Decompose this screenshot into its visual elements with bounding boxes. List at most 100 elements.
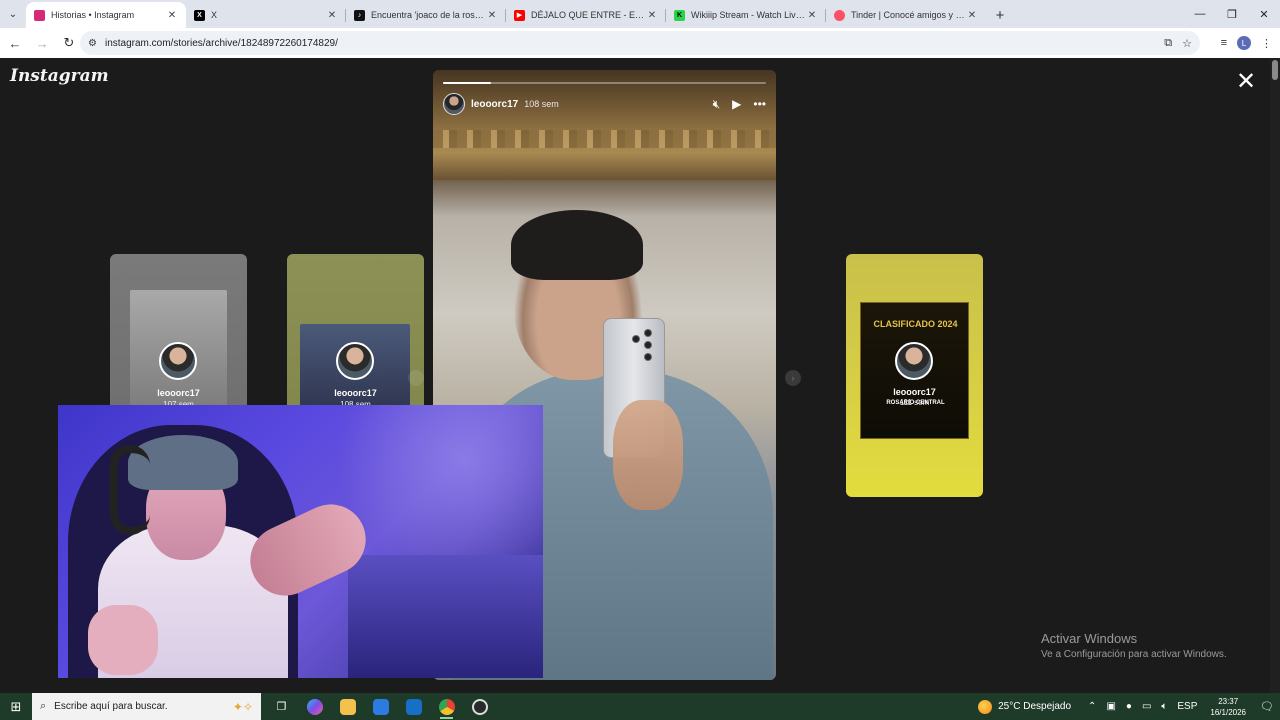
- tinder-icon: [834, 9, 845, 21]
- tab-tinder[interactable]: Tinder | Conocé amigos y gent ✕: [826, 2, 986, 28]
- clock-date: 16/1/2026: [1210, 707, 1246, 717]
- copilot-button[interactable]: [298, 693, 331, 720]
- obs-icon: [471, 698, 488, 715]
- task-view-icon: ❐: [276, 701, 287, 713]
- file-explorer-button[interactable]: [331, 693, 364, 720]
- screen: ⌄ Historias • Instagram ✕ X X ✕ ♪ Encuen…: [0, 0, 1280, 720]
- language-indicator[interactable]: ESP: [1177, 701, 1197, 712]
- avatar[interactable]: [443, 93, 465, 115]
- story-time: 108 sem: [524, 99, 559, 109]
- weather-text[interactable]: 25°C Despejado: [998, 701, 1071, 712]
- taskbar-search[interactable]: ⌕ Escribe aquí para buscar. ✦✧: [32, 693, 261, 720]
- close-icon[interactable]: ✕: [166, 10, 178, 21]
- close-window-icon[interactable]: ✕: [1248, 0, 1280, 28]
- more-options-icon[interactable]: •••: [753, 97, 766, 111]
- tab-label: Tinder | Conocé amigos y gent: [851, 10, 966, 20]
- site-info-icon[interactable]: ⚙: [88, 38, 97, 49]
- next-story-button[interactable]: ›: [785, 370, 801, 386]
- chevron-left-icon: ‹: [414, 373, 418, 383]
- page-scrollbar[interactable]: [1270, 58, 1280, 693]
- reload-button[interactable]: ↻: [57, 31, 81, 55]
- tab-label: DÉJALO QUE ENTRE - Elian G (A: [531, 10, 646, 20]
- forward-button[interactable]: →: [30, 31, 54, 55]
- tab-label: Wikiiip Stream - Watch Live on: [691, 10, 806, 20]
- tab-label: Historias • Instagram: [51, 10, 135, 20]
- tab-x[interactable]: X X ✕: [186, 2, 346, 28]
- obs-button[interactable]: [463, 693, 496, 720]
- minimize-icon[interactable]: —: [1184, 0, 1216, 28]
- network-icon[interactable]: ▣: [1106, 701, 1115, 712]
- story-username[interactable]: leooorc17: [471, 99, 518, 110]
- reload-icon: ↻: [63, 35, 75, 50]
- play-icon[interactable]: ▶: [732, 97, 741, 111]
- youtube-icon: ▶: [514, 9, 525, 21]
- windows-icon: ⊞: [10, 698, 22, 714]
- menu-kebab-icon[interactable]: ⋮: [1261, 37, 1272, 50]
- kick-icon: K: [674, 9, 685, 21]
- media-control-icon[interactable]: ≡: [1221, 37, 1227, 49]
- bookmark-star-icon[interactable]: ☆: [1182, 37, 1192, 50]
- story-progress-fill: [443, 82, 492, 84]
- instagram-icon: [34, 9, 45, 21]
- browser-toolbar: ← → ↻ ⚙ instagram.com/stories/archive/18…: [0, 28, 1280, 58]
- store-button[interactable]: [364, 693, 397, 720]
- poster-title: CLASIFICADO 2024: [873, 319, 958, 329]
- card-time: 111 sem: [899, 398, 930, 407]
- volume-icon[interactable]: 🔈︎: [1161, 701, 1167, 712]
- tab-strip: ⌄ Historias • Instagram ✕ X X ✕ ♪ Encuen…: [0, 0, 1280, 28]
- back-button[interactable]: ←: [3, 31, 27, 55]
- restore-icon[interactable]: ❐: [1216, 0, 1248, 28]
- clock[interactable]: 23:37 16/1/2026: [1210, 696, 1246, 718]
- task-view-button[interactable]: ❐: [265, 693, 298, 720]
- chrome-button[interactable]: [430, 693, 463, 720]
- chevron-up-icon[interactable]: ⌃: [1088, 701, 1096, 712]
- install-app-icon[interactable]: ⧉: [1164, 37, 1172, 50]
- tab-kick[interactable]: K Wikiiip Stream - Watch Live on ✕: [666, 2, 826, 28]
- close-icon[interactable]: ✕: [486, 10, 498, 21]
- microphone-icon[interactable]: ●: [1126, 701, 1132, 712]
- window-controls: — ❐ ✕: [1184, 0, 1280, 28]
- notification-icon[interactable]: 🗨︎: [1254, 700, 1280, 713]
- mute-icon[interactable]: 🔇︎: [713, 97, 721, 112]
- tab-instagram[interactable]: Historias • Instagram ✕: [26, 2, 186, 28]
- instagram-logo[interactable]: Instagram: [10, 66, 109, 86]
- headset: [110, 445, 150, 535]
- tab-tiktok[interactable]: ♪ Encuentra 'joaco de la rosa tem ✕: [346, 2, 506, 28]
- tab-search-button[interactable]: ⌄: [0, 0, 26, 28]
- story-header: leooorc17 108 sem 🔇︎ ▶ •••: [443, 92, 766, 116]
- close-stories-button[interactable]: ✕: [1232, 68, 1260, 96]
- sparkle-icon: ✦✧: [232, 699, 253, 714]
- card-username: leooorc17: [334, 388, 377, 398]
- close-icon[interactable]: ✕: [326, 10, 338, 21]
- close-icon[interactable]: ✕: [966, 10, 978, 21]
- tab-label: X: [211, 10, 218, 20]
- search-placeholder: Escribe aquí para buscar.: [54, 701, 168, 712]
- device-icon[interactable]: ▭: [1142, 701, 1151, 712]
- avatar: [895, 342, 933, 380]
- chrome-icon: [438, 698, 455, 715]
- folder-icon: [339, 698, 356, 715]
- start-button[interactable]: ⊞: [0, 693, 32, 720]
- x-icon: X: [194, 9, 205, 21]
- close-icon: ✕: [1235, 68, 1257, 95]
- tab-label: Encuentra 'joaco de la rosa tem: [371, 10, 486, 20]
- card-username: leooorc17: [157, 388, 200, 398]
- close-icon[interactable]: ✕: [646, 10, 658, 21]
- address-bar[interactable]: ⚙ instagram.com/stories/archive/18248972…: [80, 31, 1200, 55]
- card-username: leooorc17: [893, 387, 936, 397]
- weather-icon[interactable]: [978, 699, 993, 714]
- profile-avatar[interactable]: L: [1237, 36, 1251, 50]
- close-icon[interactable]: ✕: [806, 10, 818, 21]
- url-text: instagram.com/stories/archive/1824897226…: [104, 37, 338, 49]
- windows-taskbar: ⊞ ⌕ Escribe aquí para buscar. ✦✧ ❐ 25°C …: [0, 693, 1280, 720]
- chevron-right-icon: ›: [791, 373, 795, 383]
- previous-story-button[interactable]: ‹: [408, 370, 424, 386]
- arrow-left-icon: ←: [8, 35, 22, 51]
- tab-youtube[interactable]: ▶ DÉJALO QUE ENTRE - Elian G (A ✕: [506, 2, 666, 28]
- search-icon: ⌕: [40, 700, 47, 712]
- new-tab-button[interactable]: +: [986, 2, 1014, 28]
- story-preview-card[interactable]: CLASIFICADO 2024 ROSARIO CENTRAL leooorc…: [846, 254, 983, 497]
- chevron-down-icon: ⌄: [8, 8, 18, 20]
- activate-windows-watermark: Activar Windows Ve a Configuración para …: [1041, 631, 1227, 660]
- outlook-button[interactable]: [397, 693, 430, 720]
